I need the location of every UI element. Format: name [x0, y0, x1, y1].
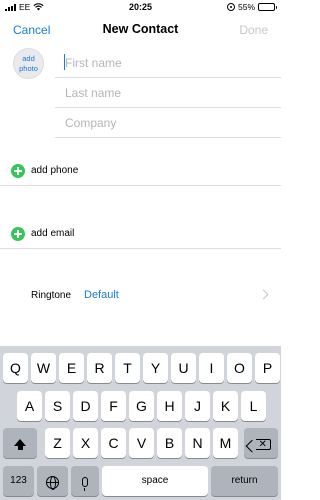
- globe-key[interactable]: [37, 466, 68, 496]
- status-bar: EE 20:25 55%: [0, 0, 281, 14]
- key-n[interactable]: N: [185, 428, 210, 458]
- company-row: [55, 108, 281, 138]
- add-email-plus-icon[interactable]: [11, 227, 25, 241]
- key-u[interactable]: U: [171, 353, 196, 383]
- chevron-right-icon: [258, 289, 269, 300]
- key-e[interactable]: E: [59, 353, 84, 383]
- nav-bar: Cancel New Contact Done: [0, 14, 281, 46]
- key-a[interactable]: A: [17, 391, 42, 421]
- key-i[interactable]: I: [199, 353, 224, 383]
- backspace-icon: ✕: [255, 438, 271, 450]
- key-w[interactable]: W: [31, 353, 56, 383]
- backspace-key[interactable]: ✕: [244, 428, 278, 458]
- last-name-row: [55, 78, 281, 108]
- globe-icon: [46, 475, 59, 490]
- key-r[interactable]: R: [87, 353, 112, 383]
- text-cursor: [64, 54, 65, 70]
- key-z[interactable]: Z: [45, 428, 70, 458]
- key-o[interactable]: O: [227, 353, 252, 383]
- add-photo-button[interactable]: add photo: [13, 48, 44, 79]
- orientation-lock-icon: [226, 3, 235, 11]
- key-v[interactable]: V: [129, 428, 154, 458]
- key-t[interactable]: T: [115, 353, 140, 383]
- done-button[interactable]: Done: [239, 23, 268, 37]
- space-key[interactable]: space: [102, 466, 208, 496]
- key-b[interactable]: B: [157, 428, 182, 458]
- add-phone-plus-icon[interactable]: [11, 164, 25, 178]
- add-phone-row[interactable]: add phone: [0, 156, 281, 186]
- first-name-row: [55, 48, 281, 78]
- shift-icon: [14, 439, 26, 450]
- key-g[interactable]: G: [129, 391, 154, 421]
- key-d[interactable]: D: [73, 391, 98, 421]
- key-x[interactable]: X: [73, 428, 98, 458]
- ringtone-label: Ringtone: [31, 290, 72, 301]
- key-y[interactable]: Y: [143, 353, 168, 383]
- key-h[interactable]: H: [157, 391, 182, 421]
- key-k[interactable]: K: [213, 391, 238, 421]
- microphone-icon: [82, 477, 88, 492]
- key-q[interactable]: Q: [3, 353, 28, 383]
- return-key[interactable]: return: [211, 466, 278, 496]
- key-m[interactable]: M: [213, 428, 238, 458]
- key-f[interactable]: F: [101, 391, 126, 421]
- key-c[interactable]: C: [101, 428, 126, 458]
- add-photo-line2: photo: [19, 64, 38, 73]
- key-l[interactable]: L: [241, 391, 266, 421]
- last-name-field[interactable]: [55, 78, 281, 107]
- key-p[interactable]: P: [255, 353, 280, 383]
- dictation-key[interactable]: [71, 466, 99, 496]
- numbers-key[interactable]: 123: [3, 466, 34, 496]
- ringtone-row[interactable]: Ringtone Default: [0, 280, 281, 312]
- shift-key[interactable]: [3, 428, 37, 458]
- company-field[interactable]: [55, 108, 281, 137]
- battery-icon: [258, 3, 277, 11]
- add-photo-line1: add: [22, 54, 35, 63]
- battery-percent: 55%: [237, 2, 255, 12]
- add-email-row[interactable]: add email: [0, 219, 281, 249]
- add-email-label: add email: [31, 228, 75, 239]
- first-name-field[interactable]: [55, 48, 281, 77]
- add-phone-label: add phone: [31, 165, 79, 176]
- status-right: 55%: [226, 2, 277, 12]
- key-j[interactable]: J: [185, 391, 210, 421]
- ringtone-value: Default: [84, 289, 119, 301]
- keyboard: QWERTYUIOP ASDFGHJKL ZXCVBNM ✕ 123 space…: [0, 346, 281, 500]
- key-s[interactable]: S: [45, 391, 70, 421]
